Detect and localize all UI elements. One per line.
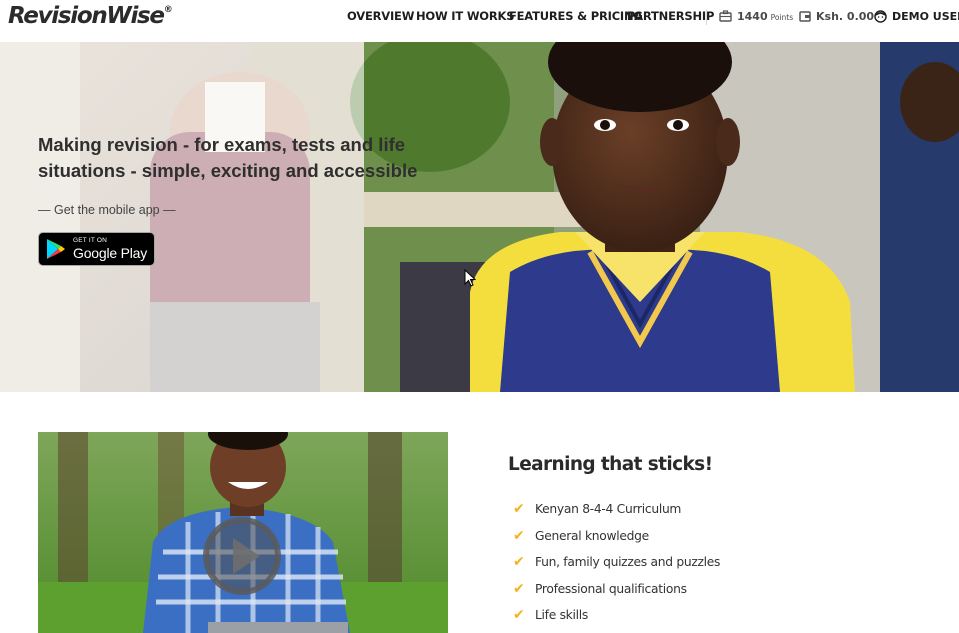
wallet-balance[interactable]: Ksh. 0.00: [799, 0, 874, 32]
user-menu[interactable]: DEMO USER: [874, 0, 959, 32]
store-badge-name: Google Play: [73, 245, 148, 262]
google-play-icon: [47, 239, 65, 259]
nav-partnership[interactable]: PARTNERSHIP: [627, 0, 714, 32]
intro-video[interactable]: [38, 432, 448, 633]
learning-title: Learning that sticks!: [508, 454, 713, 475]
hero-headline: Making revision - for exams, tests and l…: [38, 134, 418, 181]
checkmark-icon: ✔: [513, 501, 525, 518]
feature-label: Kenyan 8-4-4 Curriculum: [535, 502, 682, 517]
feature-label: General knowledge: [535, 528, 649, 543]
checkmark-icon: ✔: [513, 527, 525, 544]
list-item: ✔ Life skills: [513, 602, 720, 629]
points-value: 1440: [737, 9, 768, 23]
feature-label: Life skills: [535, 608, 588, 623]
nav-overview[interactable]: OVERVIEW: [347, 0, 414, 32]
learning-features-list: ✔ Kenyan 8-4-4 Curriculum ✔ General know…: [513, 496, 720, 629]
list-item: ✔ General knowledge: [513, 523, 720, 550]
site-header: RevisionWise® OVERVIEW HOW IT WORKS FEAT…: [0, 0, 959, 42]
hero-overlay: [0, 42, 364, 392]
checkmark-icon: ✔: [513, 580, 525, 597]
feature-label: Fun, family quizzes and puzzles: [535, 555, 721, 570]
store-badge-small-text: GET IT ON: [73, 236, 108, 244]
list-item: ✔ Fun, family quizzes and puzzles: [513, 549, 720, 576]
wallet-icon: [799, 10, 811, 22]
checkmark-icon: ✔: [513, 607, 525, 624]
google-play-badge[interactable]: GET IT ON Google Play: [38, 232, 155, 266]
balance-value: Ksh. 0.00: [816, 9, 875, 23]
nav-features-pricing[interactable]: FEATURES & PRICING: [509, 0, 643, 32]
registered-mark: ®: [163, 5, 173, 15]
play-icon[interactable]: [202, 516, 282, 596]
hero-banner: Making revision - for exams, tests and l…: [0, 42, 959, 392]
mouse-cursor-icon: [464, 269, 476, 287]
nav-how-it-works[interactable]: HOW IT WORKS: [416, 0, 515, 32]
feature-label: Professional qualifications: [535, 581, 687, 596]
list-item: ✔ Professional qualifications: [513, 576, 720, 603]
points-counter[interactable]: 1440 Points: [719, 0, 793, 32]
logo-text: RevisionWise: [8, 3, 165, 29]
user-name: DEMO USER: [892, 9, 959, 23]
briefcase-icon: [719, 10, 732, 22]
user-face-icon: [874, 9, 887, 23]
points-unit: Points: [770, 12, 794, 22]
logo[interactable]: RevisionWise®: [8, 3, 173, 29]
checkmark-icon: ✔: [513, 554, 525, 571]
list-item: ✔ Kenyan 8-4-4 Curriculum: [513, 496, 720, 523]
nav-divider: [706, 9, 707, 25]
mobile-app-prompt: — Get the mobile app —: [38, 203, 176, 217]
